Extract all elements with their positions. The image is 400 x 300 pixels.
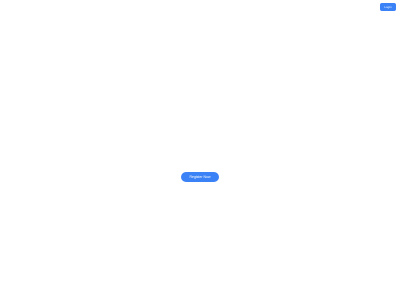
page: Login Register Now [0,0,400,300]
register-now-button[interactable]: Register Now [181,172,219,182]
login-button[interactable]: Login [380,3,396,11]
